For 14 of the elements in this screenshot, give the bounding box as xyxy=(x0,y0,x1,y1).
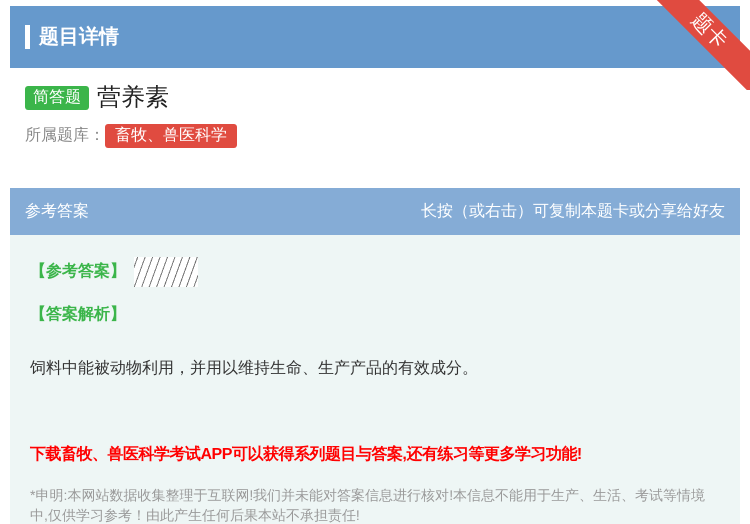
question-title: 营养素 xyxy=(97,83,169,113)
analysis-label: 【答案解析】 xyxy=(30,304,127,325)
answer-image xyxy=(134,257,198,287)
analysis-text: 饲料中能被动物利用，并用以维持生命、生产产品的有效成分。 xyxy=(30,358,479,379)
answer-panel-title: 参考答案 xyxy=(25,201,89,222)
disclaimer-text: *申明:本网站数据收集整理于互联网!我们并未能对答案信息进行核对!本信息不能用于生产、生活、考试等情境中,仅供学习参考！由此产生任何后果本站不承担责任! xyxy=(30,486,706,524)
answer-label: 【参考答案】 xyxy=(30,261,126,282)
bank-label: 所属题库： xyxy=(25,126,105,146)
share-hint: 长按（或右击）可复制本题卡或分享给好友 xyxy=(421,202,725,222)
question-type-badge: 简答题 xyxy=(25,86,89,110)
bank-tag[interactable]: 畜牧、兽医科学 xyxy=(105,124,237,148)
title-accent-bar xyxy=(25,25,30,49)
app-promo-text: 下载畜牧、兽医科学考试APP可以获得系列题目与答案,还有练习等更多学习功能! xyxy=(30,444,583,465)
page-title: 题目详情 xyxy=(39,24,119,50)
